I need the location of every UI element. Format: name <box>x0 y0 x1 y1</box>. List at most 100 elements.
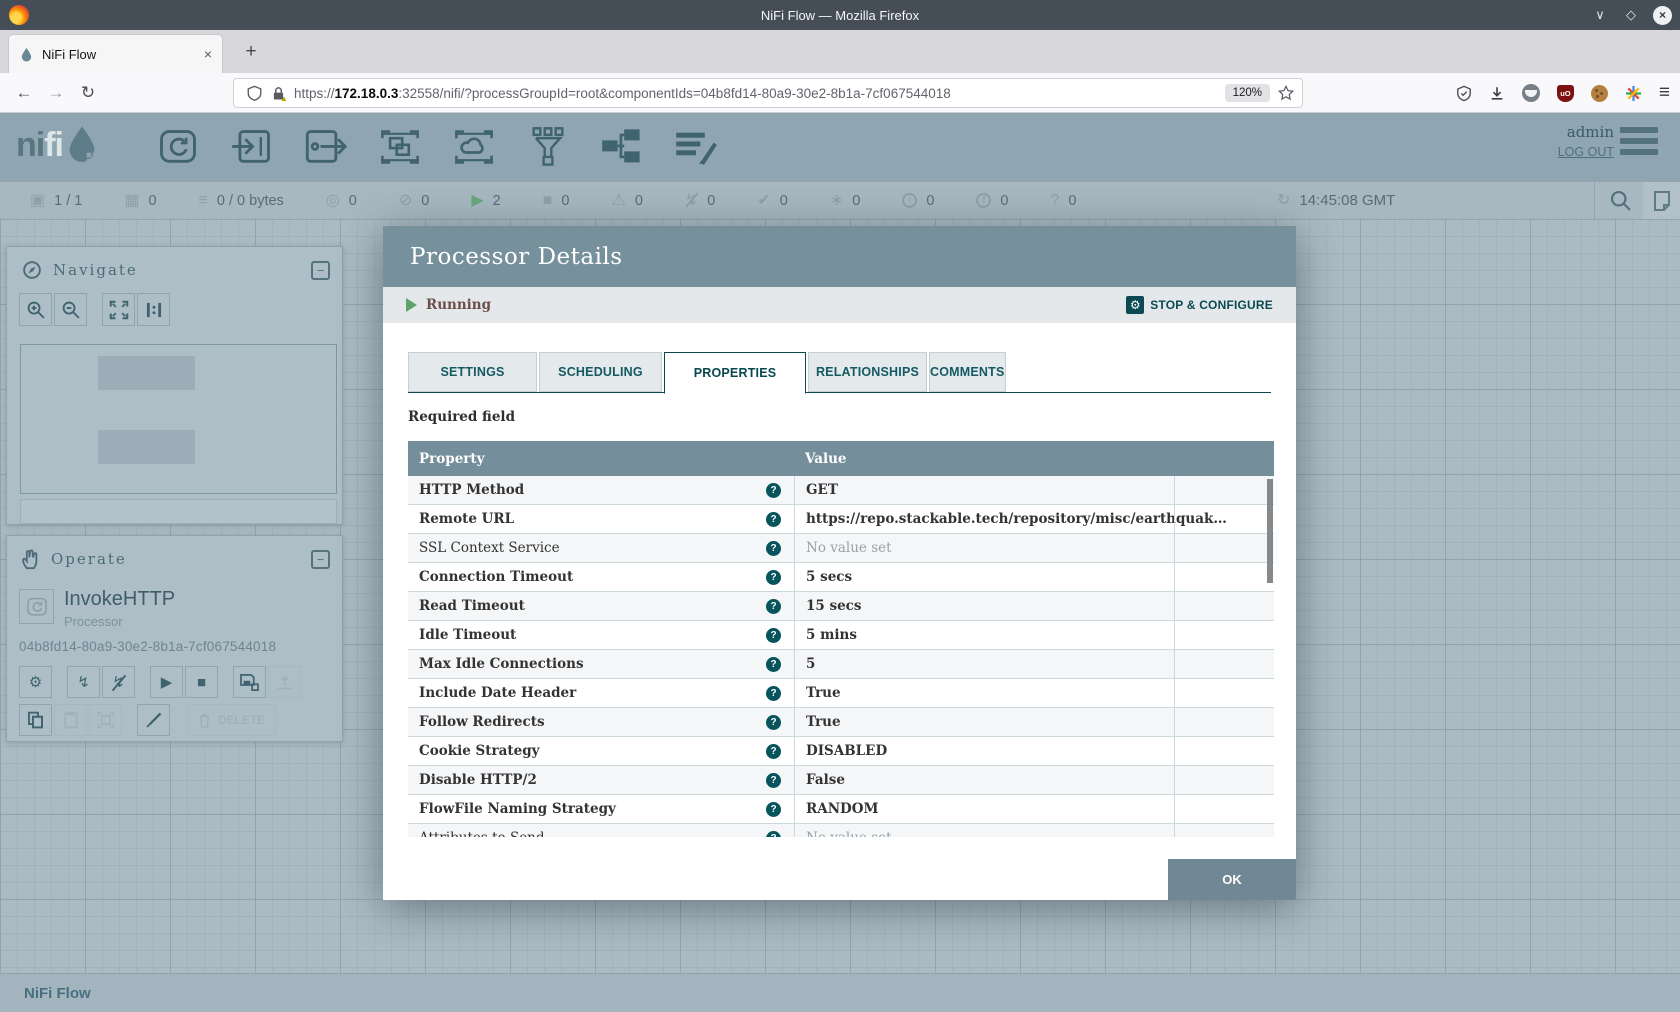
property-name: Follow Redirects <box>419 714 766 730</box>
shield-permissions-icon[interactable] <box>247 85 262 101</box>
stop-configure-button[interactable]: ⚙ STOP & CONFIGURE <box>1126 296 1273 314</box>
status-value: 0 <box>1000 193 1008 209</box>
ok-button[interactable]: OK <box>1168 859 1296 900</box>
table-row: Connection Timeout 5 secs <box>408 563 1274 592</box>
property-value: GET <box>794 476 1174 504</box>
minimize-button[interactable]: ∨ <box>1591 7 1609 23</box>
table-row: Follow Redirects True <box>408 708 1274 737</box>
collapse-operate-button[interactable]: − <box>311 550 330 569</box>
reload-button[interactable]: ↻ <box>72 83 104 103</box>
process-group-icon[interactable] <box>372 123 428 171</box>
downloads-icon[interactable] <box>1489 85 1505 102</box>
forward-button[interactable]: → <box>40 83 72 103</box>
extension-mask-icon[interactable] <box>1522 84 1540 102</box>
help-icon[interactable] <box>766 541 781 556</box>
gear-icon: ⚙ <box>29 673 42 691</box>
input-port-icon[interactable] <box>224 123 280 171</box>
breadcrumb[interactable]: NiFi Flow <box>0 973 1680 1012</box>
row-spacer-cell <box>1174 679 1274 707</box>
zoom-out-button[interactable] <box>54 293 87 326</box>
create-template-button[interactable] <box>233 666 266 698</box>
status-value: 0 <box>635 193 643 209</box>
table-rows-viewport: HTTP Method GET Remote URL <box>408 476 1274 837</box>
label-icon[interactable] <box>668 123 724 171</box>
help-icon[interactable] <box>766 802 781 817</box>
status-icon: ? <box>1051 193 1060 209</box>
privacy-shield-icon[interactable] <box>1456 85 1472 102</box>
dialog-tab[interactable]: PROPERTIES <box>664 352 806 394</box>
operate-panel: Operate − InvokeHTTP Processor 04b8fd14-… <box>6 535 343 742</box>
row-spacer-cell <box>1174 476 1274 504</box>
collapse-navigate-button[interactable]: − <box>311 261 330 280</box>
brush-icon <box>145 711 163 729</box>
table-row: Cookie Strategy DISABLED <box>408 737 1274 766</box>
template-icon[interactable] <box>594 123 650 171</box>
remote-process-group-icon[interactable] <box>446 123 502 171</box>
start-button[interactable]: ▶ <box>150 666 183 698</box>
status-item: ▶ 2 <box>471 193 500 209</box>
extension-cookie-icon[interactable] <box>1591 85 1608 102</box>
processor-icon[interactable] <box>150 123 206 171</box>
property-value: False <box>794 766 1174 794</box>
help-icon[interactable] <box>766 715 781 730</box>
new-tab-button[interactable]: + <box>238 39 264 65</box>
help-icon[interactable] <box>766 512 781 527</box>
back-button[interactable]: ← <box>8 83 40 103</box>
enable-button[interactable]: ↯ <box>67 666 100 698</box>
copy-button[interactable] <box>19 704 52 736</box>
status-item: ↑ 0 <box>902 193 934 209</box>
help-icon[interactable] <box>766 570 781 585</box>
change-color-button[interactable] <box>137 704 170 736</box>
browser-tab[interactable]: NiFi Flow × <box>8 34 223 73</box>
help-icon[interactable] <box>766 628 781 643</box>
disable-button[interactable]: ↯ <box>102 666 135 698</box>
zoom-actual-button[interactable] <box>137 293 170 326</box>
output-port-icon[interactable] <box>298 123 354 171</box>
help-icon[interactable] <box>766 483 781 498</box>
nifi-logo: nifi <box>16 125 99 165</box>
property-value: True <box>794 708 1174 736</box>
funnel-icon[interactable] <box>520 123 576 171</box>
browser-menu-icon[interactable]: ≡ <box>1659 82 1670 104</box>
dialog-title: Processor Details <box>410 244 623 270</box>
help-icon[interactable] <box>766 657 781 672</box>
help-icon[interactable] <box>766 686 781 701</box>
lock-icon[interactable]: ▲ <box>272 86 285 101</box>
status-item: ▣ 1 / 1 <box>30 193 82 209</box>
stop-button[interactable]: ■ <box>185 666 218 698</box>
property-value: https://repo.stackable.tech/repository/m… <box>794 505 1174 533</box>
birdseye-minimap[interactable] <box>20 344 337 494</box>
dialog-tab[interactable]: SCHEDULING <box>539 352 662 392</box>
zoom-fit-button[interactable] <box>102 293 135 326</box>
extension-ublock-icon[interactable]: uO <box>1557 85 1574 102</box>
help-icon[interactable] <box>766 773 781 788</box>
url-bar[interactable]: ▲ https://172.18.0.3:32558/nifi/?process… <box>233 78 1303 108</box>
help-icon[interactable] <box>766 831 781 838</box>
nifi-status-bar: ▣ 1 / 1 ▦ 0 ≡ 0 / 0 bytes ◎ 0 ⊘ 0 <box>0 182 1680 219</box>
table-row: Disable HTTP/2 False <box>408 766 1274 795</box>
status-value: 0 <box>926 193 934 209</box>
property-name: Cookie Strategy <box>419 743 766 759</box>
extension-sparkle-icon[interactable] <box>1625 85 1642 102</box>
help-icon[interactable] <box>766 744 781 759</box>
global-menu-icon[interactable] <box>1620 127 1658 160</box>
configure-button[interactable]: ⚙ <box>19 666 52 698</box>
dialog-tab[interactable]: SETTINGS <box>408 352 537 392</box>
dialog-tab[interactable]: RELATIONSHIPS <box>808 352 927 392</box>
table-row: Include Date Header True <box>408 679 1274 708</box>
zoom-in-button[interactable] <box>19 293 52 326</box>
dialog-tab[interactable]: COMMENTS <box>929 352 1006 392</box>
property-name: Disable HTTP/2 <box>419 772 766 788</box>
status-value: 0 <box>349 193 357 209</box>
stop-icon: ■ <box>197 674 206 691</box>
firefox-icon <box>9 5 29 25</box>
row-spacer-cell <box>1174 534 1274 562</box>
table-scrollbar-thumb[interactable] <box>1267 479 1273 583</box>
maximize-button[interactable]: ◇ <box>1622 7 1640 23</box>
logout-link[interactable]: LOG OUT <box>1558 145 1614 159</box>
zoom-level-badge[interactable]: 120% <box>1225 84 1270 102</box>
close-tab-icon[interactable]: × <box>204 46 212 62</box>
close-button[interactable]: × <box>1653 6 1672 25</box>
help-icon[interactable] <box>766 599 781 614</box>
bookmark-star-icon[interactable] <box>1278 85 1294 101</box>
